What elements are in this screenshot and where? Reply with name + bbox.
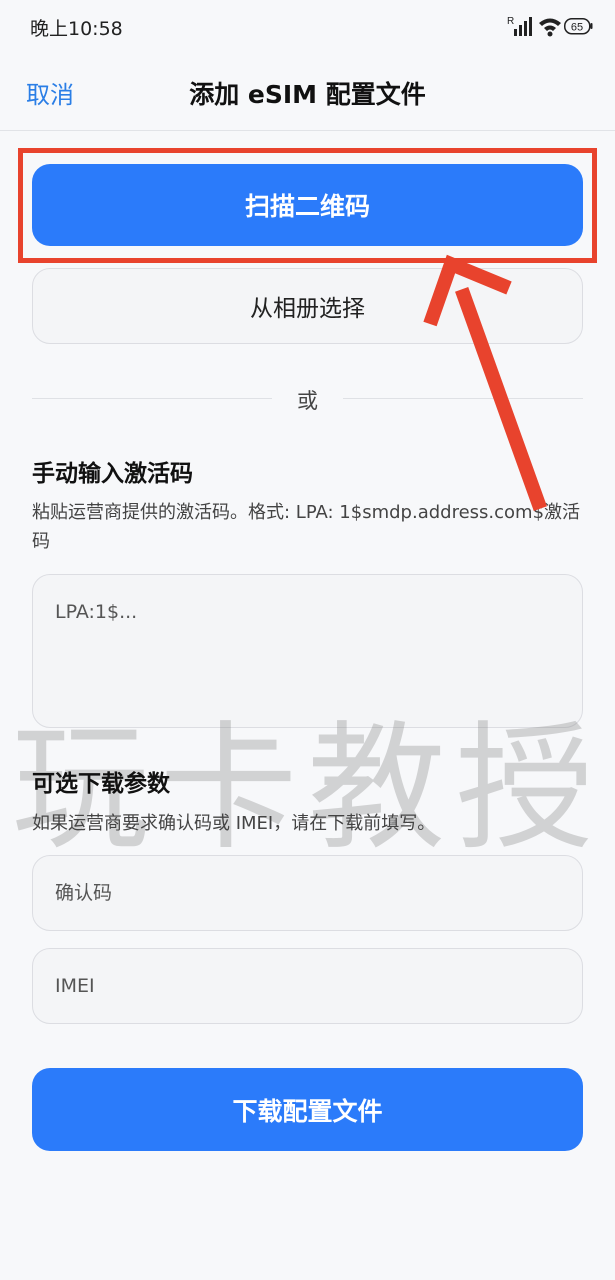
optional-params-description: 如果运营商要求确认码或 IMEI，请在下载前填写。 [32, 813, 436, 834]
status-icons: R 65 [507, 16, 593, 37]
roaming-badge: R [507, 16, 514, 27]
wifi-icon [539, 18, 561, 37]
nav-bar: 取消 添加 eSIM 配置文件 [0, 56, 615, 131]
confirmation-code-input[interactable] [32, 855, 583, 931]
manual-entry-description: 粘贴运营商提供的激活码。格式: LPA: 1$smdp.address.com$… [32, 502, 581, 552]
divider-or-label: 或 [297, 389, 318, 413]
status-bar: 晚上10:58 R 65 [0, 0, 615, 56]
manual-entry-title: 手动输入激活码 [32, 461, 193, 487]
choose-from-album-button[interactable]: 从相册选择 [32, 268, 583, 344]
cellular-signal-icon: R [507, 16, 532, 36]
battery-icon: 65 [564, 18, 593, 35]
imei-input[interactable] [32, 948, 583, 1024]
page-title: 添加 eSIM 配置文件 [189, 80, 426, 109]
optional-params-title: 可选下载参数 [32, 771, 170, 797]
download-profile-button[interactable]: 下载配置文件 [32, 1068, 583, 1151]
status-time: 晚上10:58 [30, 18, 123, 40]
activation-code-input[interactable] [32, 574, 583, 728]
battery-level: 65 [571, 22, 583, 34]
annotation-highlight-box [18, 148, 597, 263]
